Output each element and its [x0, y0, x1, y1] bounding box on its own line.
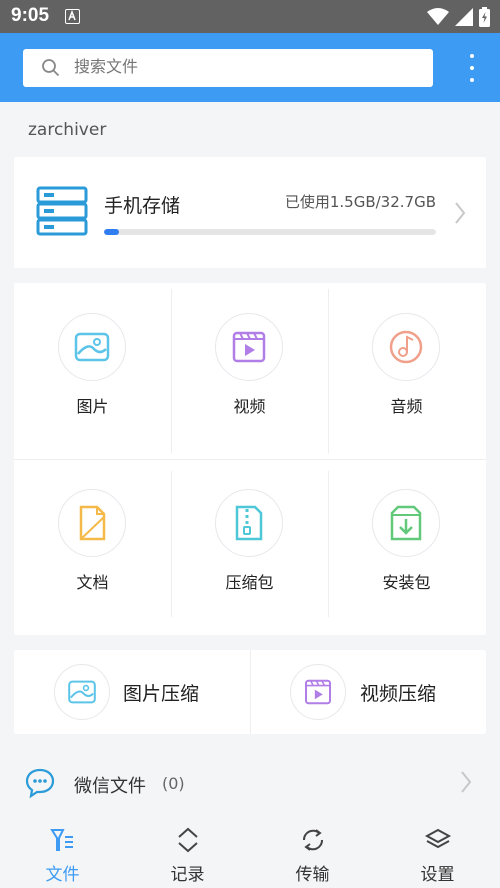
category-documents[interactable]: 文档 [14, 459, 171, 635]
storage-progress-bar [104, 229, 436, 235]
a-icon [65, 9, 80, 24]
search-input[interactable] [74, 49, 414, 87]
video-compress-button[interactable]: 视频压缩 [250, 650, 486, 734]
nav-tab-settings[interactable]: 设置 [375, 818, 500, 888]
video-icon [215, 313, 283, 381]
phone-storage-card[interactable]: 手机存储 已使用1.5GB/32.7GB [14, 157, 486, 268]
signal-icon [455, 8, 473, 26]
nav-tab-transfer[interactable]: 传输 [250, 818, 375, 888]
search-icon [42, 59, 60, 77]
category-videos[interactable]: 视频 [171, 283, 328, 459]
chevron-right-icon [455, 202, 466, 224]
transfer-icon [302, 829, 323, 851]
storage-progress-fill [104, 229, 120, 235]
storage-usage: 已使用1.5GB/32.7GB [284, 193, 436, 211]
nav-tab-history[interactable]: 记录 [125, 818, 250, 888]
nav-tab-files[interactable]: 文件 [0, 818, 125, 888]
chevron-right-icon [461, 771, 472, 793]
install-package-icon [372, 489, 440, 557]
more-menu-icon[interactable] [466, 54, 478, 82]
music-icon [372, 313, 440, 381]
image-icon [54, 664, 110, 720]
wifi-icon [427, 8, 449, 25]
category-grid: 图片 视频 音频 文档 压缩包 安装包 [14, 283, 486, 635]
battery-icon [479, 7, 490, 27]
category-archives[interactable]: 压缩包 [171, 459, 328, 635]
video-icon [290, 664, 346, 720]
storage-icon [36, 186, 88, 236]
wechat-files-label: 微信文件 [74, 776, 146, 797]
category-images[interactable]: 图片 [14, 283, 171, 459]
category-install-packages[interactable]: 安装包 [328, 459, 485, 635]
wechat-files-count: (0) [162, 774, 185, 793]
status-time: 9:05 [11, 5, 50, 26]
compress-tools-card: 图片压缩 视频压缩 [14, 650, 486, 734]
status-bar: 9:05 [0, 0, 500, 33]
category-audio[interactable]: 音频 [328, 283, 485, 459]
chat-bubble-icon [25, 768, 55, 799]
search-box[interactable] [23, 49, 433, 87]
bottom-navigation: 文件 记录 传输 设置 [0, 818, 500, 888]
wechat-files-row[interactable]: 微信文件 (0) [0, 748, 500, 818]
files-icon [49, 829, 73, 851]
archive-icon [215, 489, 283, 557]
storage-title: 手机存储 [104, 195, 181, 217]
history-icon [177, 827, 198, 853]
document-icon [58, 489, 126, 557]
image-compress-button[interactable]: 图片压缩 [14, 650, 250, 734]
image-icon [58, 313, 126, 381]
settings-icon [424, 828, 451, 849]
app-bar [0, 33, 500, 102]
username-label: zarchiver [28, 120, 107, 140]
